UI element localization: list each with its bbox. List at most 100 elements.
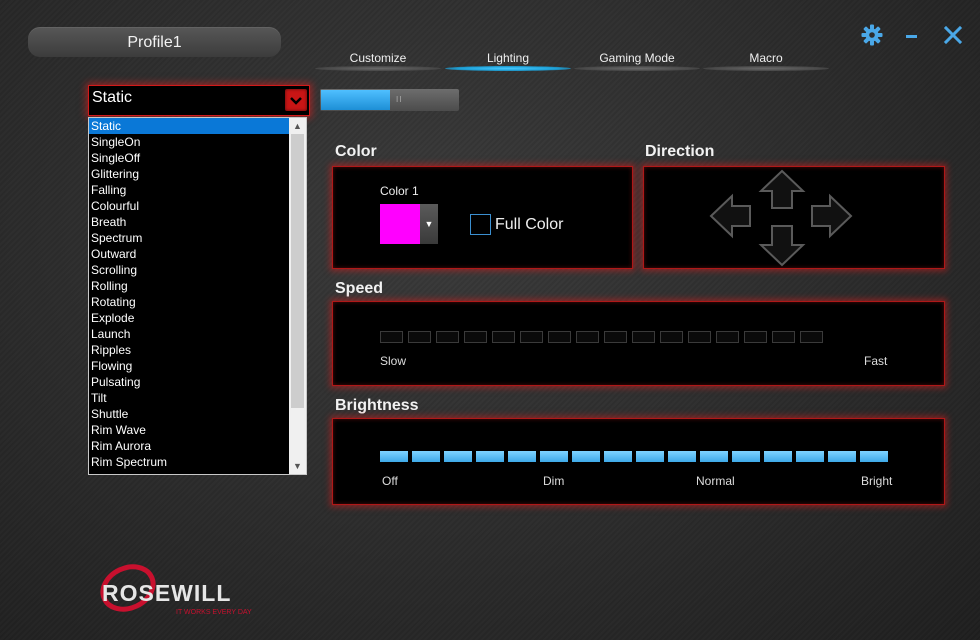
mode-option[interactable]: Shuttle (89, 406, 289, 422)
mode-option[interactable]: Rim Wave (89, 422, 289, 438)
tab-label: Lighting (486, 51, 530, 65)
brightness-segment[interactable] (444, 451, 472, 462)
brightness-segment[interactable] (476, 451, 504, 462)
chevron-down-icon (290, 97, 302, 105)
mode-option[interactable]: Static (89, 118, 289, 134)
scroll-down-icon[interactable]: ▼ (289, 458, 306, 474)
speed-segment[interactable] (576, 331, 599, 343)
triangle-down-icon: ▼ (424, 219, 434, 229)
mode-option[interactable]: Tilt (89, 390, 289, 406)
speed-segment[interactable] (632, 331, 655, 343)
arrow-right-icon[interactable] (811, 193, 853, 239)
tab-macro[interactable]: Macro (703, 50, 829, 74)
color1-label: Color 1 (380, 184, 419, 198)
speed-segment[interactable] (744, 331, 767, 343)
speed-segment[interactable] (380, 331, 403, 343)
brightness-segment[interactable] (828, 451, 856, 462)
speed-segment[interactable] (436, 331, 459, 343)
profile-selector[interactable]: Profile1 (28, 27, 281, 57)
mode-option[interactable]: Rim Aurora (89, 438, 289, 454)
mode-option[interactable]: Spectrum (89, 230, 289, 246)
color1-dropdown[interactable]: ▼ (420, 204, 438, 244)
tab-label: Customize (349, 51, 407, 65)
brightness-heading: Brightness (335, 397, 419, 414)
mode-option[interactable]: Explode (89, 310, 289, 326)
brightness-segment[interactable] (508, 451, 536, 462)
mode-option[interactable]: Scrolling (89, 262, 289, 278)
arrow-down-icon[interactable] (758, 225, 806, 267)
mode-option[interactable]: Outward (89, 246, 289, 262)
mode-option[interactable]: Rotating (89, 294, 289, 310)
speed-segment[interactable] (464, 331, 487, 343)
speed-segment[interactable] (772, 331, 795, 343)
tab-label: Gaming Mode (599, 51, 675, 65)
mode-option[interactable]: Ripples (89, 342, 289, 358)
brightness-segment[interactable] (796, 451, 824, 462)
speed-segment[interactable] (800, 331, 823, 343)
minimize-button[interactable] (902, 23, 922, 47)
brightness-segment[interactable] (380, 451, 408, 462)
tab-label: Macro (749, 51, 783, 65)
mode-option[interactable]: Colourful (89, 198, 289, 214)
brightness-segment[interactable] (412, 451, 440, 462)
scroll-up-icon[interactable]: ▲ (289, 118, 306, 134)
brightness-bright-label: Bright (861, 474, 893, 488)
tab-gaming-mode[interactable]: Gaming Mode (574, 50, 700, 74)
mode-options: Static SingleOn SingleOff Glittering Falling… (89, 118, 306, 470)
tab-lighting[interactable]: Lighting (445, 50, 571, 74)
arrow-left-icon[interactable] (709, 193, 751, 239)
mode-option[interactable]: Rim Spectrum (89, 454, 289, 470)
direction-heading: Direction (645, 143, 715, 160)
lighting-mode-list[interactable]: Static SingleOn SingleOff Glittering Falling… (88, 117, 307, 475)
close-button[interactable] (941, 23, 965, 47)
brightness-segment[interactable] (732, 451, 760, 462)
speed-segment[interactable] (604, 331, 627, 343)
mode-option[interactable]: Breath (89, 214, 289, 230)
brightness-off-label: Off (382, 474, 398, 488)
brightness-segment[interactable] (540, 451, 568, 462)
brightness-segment[interactable] (668, 451, 696, 462)
toggle-grip[interactable]: II (396, 95, 402, 104)
minimize-icon (906, 35, 917, 38)
brightness-segment[interactable] (764, 451, 792, 462)
mode-option[interactable]: Pulsating (89, 374, 289, 390)
mode-option[interactable]: SingleOff (89, 150, 289, 166)
dropdown-toggle[interactable] (285, 89, 307, 111)
scroll-thumb[interactable] (291, 134, 304, 408)
speed-segment[interactable] (520, 331, 543, 343)
speed-segment[interactable] (688, 331, 711, 343)
speed-segment[interactable] (548, 331, 571, 343)
speed-segment[interactable] (408, 331, 431, 343)
mode-option[interactable]: Falling (89, 182, 289, 198)
speed-segment[interactable] (716, 331, 739, 343)
gear-icon (861, 24, 883, 46)
brightness-segment[interactable] (700, 451, 728, 462)
logo-wordmark: ROSEWILL (102, 580, 231, 606)
speed-slow-label: Slow (380, 354, 407, 368)
full-color-checkbox[interactable] (470, 214, 491, 235)
settings-button[interactable] (860, 23, 884, 47)
mode-option[interactable]: SingleOn (89, 134, 289, 150)
arrow-up-icon[interactable] (758, 169, 806, 209)
brightness-segment[interactable] (860, 451, 888, 462)
brightness-segment[interactable] (572, 451, 600, 462)
speed-segment[interactable] (492, 331, 515, 343)
toggle-fill (321, 90, 390, 110)
mode-option[interactable]: Rolling (89, 278, 289, 294)
mode-option[interactable]: Flowing (89, 358, 289, 374)
mode-option[interactable]: Launch (89, 326, 289, 342)
close-icon (943, 25, 963, 45)
tab-underline (315, 66, 441, 71)
full-color-label: Full Color (495, 216, 564, 233)
speed-segment[interactable] (660, 331, 683, 343)
tab-customize[interactable]: Customize (315, 50, 441, 74)
logo-tagline: IT WORKS EVERY DAY (176, 609, 252, 616)
brightness-segment[interactable] (636, 451, 664, 462)
effect-toggle-slider[interactable]: II (320, 89, 459, 111)
brightness-dim-label: Dim (543, 474, 565, 488)
brightness-segment[interactable] (604, 451, 632, 462)
list-scrollbar[interactable]: ▲ ▼ (289, 118, 306, 474)
mode-option[interactable]: Glittering (89, 166, 289, 182)
lighting-mode-select[interactable]: Static (88, 85, 310, 116)
color1-swatch[interactable] (380, 204, 420, 244)
